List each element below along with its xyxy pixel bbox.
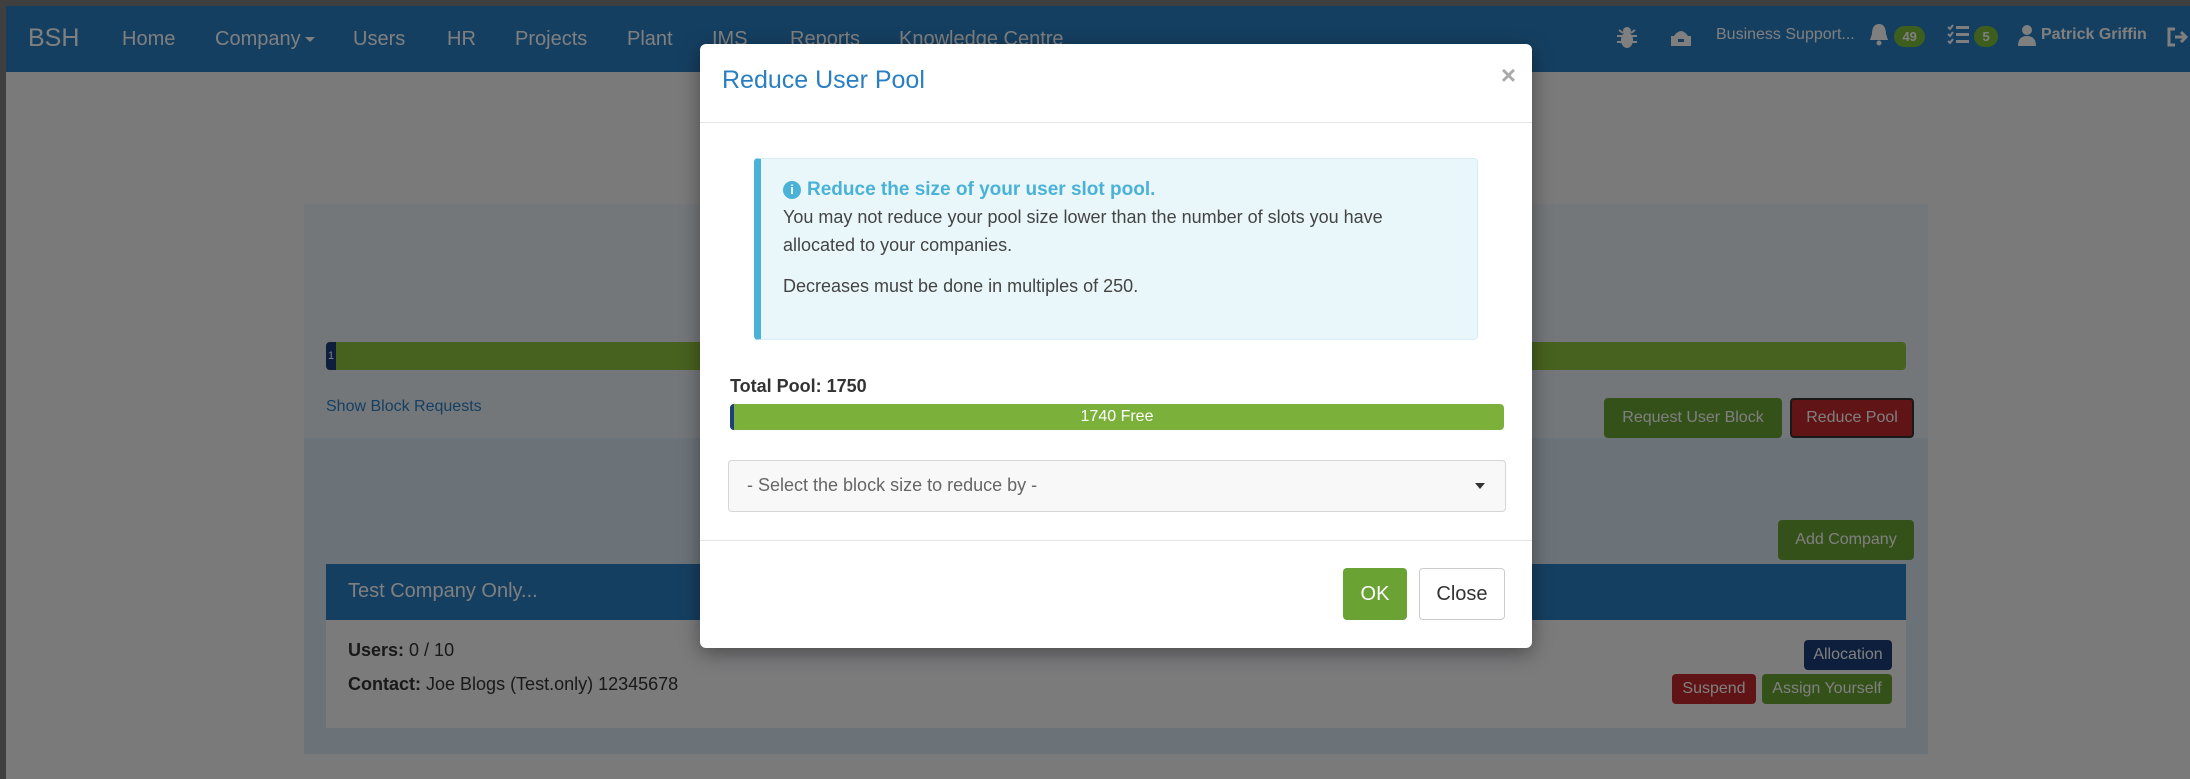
ok-button[interactable]: OK — [1343, 568, 1407, 620]
total-pool-label: Total Pool: 1750 — [730, 376, 867, 396]
modal-header-divider — [700, 122, 1532, 123]
info-heading: i Reduce the size of your user slot pool. — [783, 179, 1453, 201]
chevron-down-icon — [1475, 483, 1485, 489]
info-heading-text: Reduce the size of your user slot pool. — [807, 179, 1156, 200]
info-icon: i — [783, 181, 801, 199]
block-size-select-value: - Select the block size to reduce by - — [747, 475, 1038, 495]
reduce-user-pool-modal: Reduce User Pool × i Reduce the size of y… — [700, 44, 1532, 648]
info-line-2: Decreases must be done in multiples of 2… — [783, 276, 1139, 296]
close-button[interactable]: Close — [1419, 568, 1505, 620]
info-line-1: You may not reduce your pool size lower … — [783, 207, 1383, 255]
pool-progress-bar: 1740 Free — [730, 404, 1504, 430]
modal-title: Reduce User Pool — [722, 66, 925, 94]
info-alert: i Reduce the size of your user slot pool.… — [754, 158, 1478, 340]
close-icon[interactable]: × — [1501, 60, 1516, 91]
pool-free-label: 1740 Free — [1080, 408, 1154, 425]
block-size-select[interactable]: - Select the block size to reduce by - — [728, 460, 1506, 512]
modal-footer-divider — [700, 540, 1532, 541]
